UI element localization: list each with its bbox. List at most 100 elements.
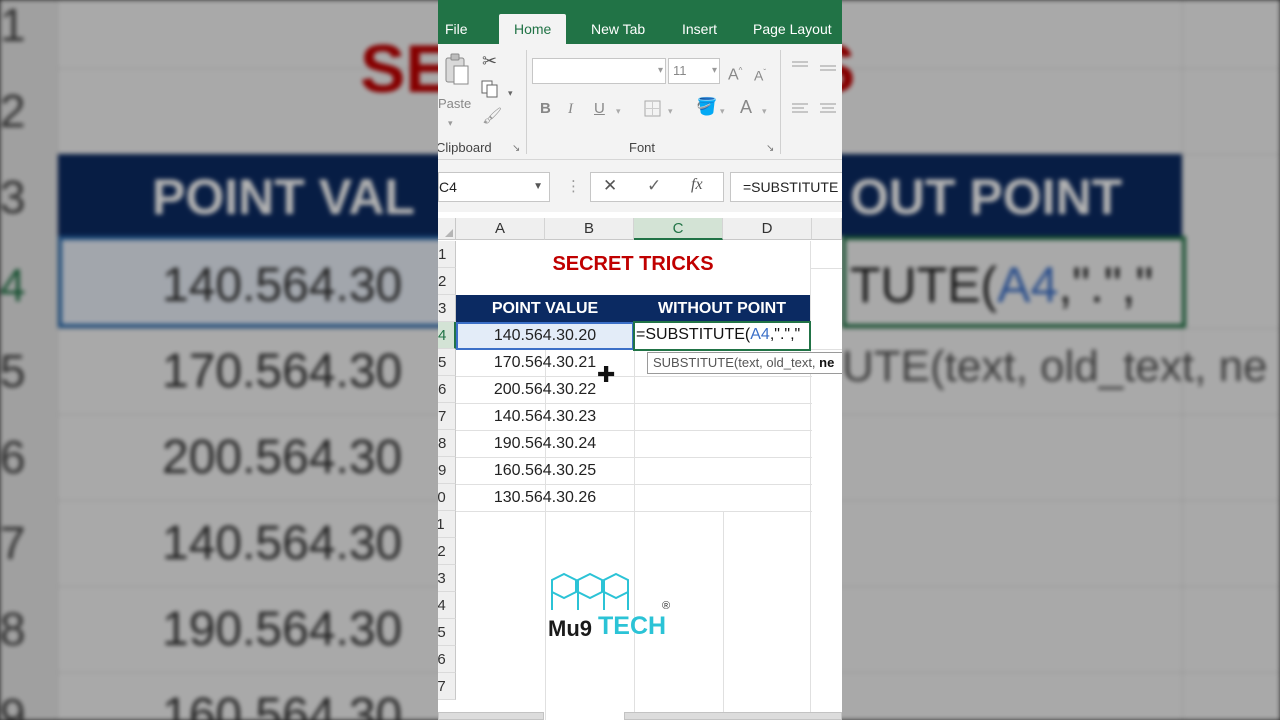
column-header-c[interactable]: C bbox=[634, 218, 723, 240]
formula-buttons: ✕ ✓ fx bbox=[590, 172, 724, 202]
tab-page-layout[interactable]: Page Layout bbox=[753, 14, 832, 44]
tab-home[interactable]: Home bbox=[499, 14, 567, 44]
logo-tech-text: TECH bbox=[598, 612, 667, 640]
row-header[interactable]: 6 bbox=[438, 376, 456, 403]
copy-icon[interactable] bbox=[481, 80, 499, 98]
formula-bar: C4 ▼ ⋮ ✕ ✓ fx =SUBSTITUTE bbox=[438, 160, 842, 212]
ribbon-separator bbox=[526, 50, 527, 154]
row-header[interactable]: 7 bbox=[438, 403, 456, 430]
italic-button[interactable]: I bbox=[568, 100, 573, 118]
row-header[interactable]: 2 bbox=[438, 268, 456, 295]
font-name-box[interactable]: ▾ bbox=[532, 58, 666, 84]
cell-point-value[interactable]: 190.564.30.24 bbox=[456, 435, 634, 453]
decrease-font-icon[interactable]: Aˇ bbox=[754, 64, 766, 85]
row-header[interactable]: 11 bbox=[438, 511, 456, 538]
name-box[interactable]: C4 ▼ bbox=[438, 172, 550, 202]
select-all-corner[interactable] bbox=[438, 218, 456, 240]
tab-insert[interactable]: Insert bbox=[682, 14, 717, 44]
gridline bbox=[456, 403, 812, 404]
row-header[interactable]: 10 bbox=[438, 484, 456, 511]
column-header-d[interactable]: D bbox=[723, 218, 812, 240]
cut-icon[interactable]: ✂ bbox=[482, 52, 497, 70]
excel-window: File Home New Tab Insert Page Layout Pas… bbox=[438, 0, 842, 720]
align-top-icons[interactable] bbox=[790, 60, 842, 76]
insert-function-icon[interactable]: fx bbox=[691, 176, 703, 194]
gridline bbox=[545, 349, 546, 720]
gridline bbox=[810, 268, 842, 269]
font-color-icon[interactable]: A bbox=[740, 98, 752, 116]
row-header[interactable]: 15 bbox=[438, 619, 456, 646]
row-header[interactable]: 12 bbox=[438, 538, 456, 565]
row-header[interactable]: 4 bbox=[438, 322, 456, 349]
cell-point-value[interactable]: 140.564.30.20 bbox=[456, 327, 634, 345]
gridline bbox=[456, 484, 812, 485]
worksheet-grid[interactable]: A B C D 1 2 3 4 5 6 7 8 9 10 11 12 13 14… bbox=[438, 212, 842, 720]
sheet-tabs-scroll[interactable] bbox=[438, 712, 544, 720]
row-header[interactable]: 17 bbox=[438, 673, 456, 700]
video-frame: 1 2 3 4 5 6 7 8 9 SEC S POINT VAL OUT PO… bbox=[0, 0, 1280, 720]
gridline bbox=[456, 430, 812, 431]
tab-new-tab[interactable]: New Tab bbox=[591, 14, 645, 44]
row-header[interactable]: 16 bbox=[438, 646, 456, 673]
logo-registered-mark: ® bbox=[662, 600, 671, 612]
paste-dropdown-icon[interactable]: ▾ bbox=[448, 114, 453, 132]
fill-color-icon[interactable]: 🪣 bbox=[696, 98, 717, 116]
gridline bbox=[723, 511, 724, 720]
align-text-icons[interactable] bbox=[790, 102, 842, 118]
font-group-label: Font bbox=[629, 140, 656, 155]
formula-input[interactable]: =SUBSTITUTE bbox=[730, 172, 842, 202]
ribbon-tabs: File Home New Tab Insert Page Layout bbox=[438, 0, 842, 44]
row-header[interactable]: 14 bbox=[438, 592, 456, 619]
formula-bar-grip-icon: ⋮ bbox=[566, 178, 581, 195]
column-header-a[interactable]: A bbox=[456, 218, 545, 240]
cancel-icon[interactable]: ✕ bbox=[603, 176, 617, 196]
font-color-dropdown-icon[interactable]: ▾ bbox=[762, 102, 767, 120]
horizontal-scrollbar[interactable] bbox=[624, 712, 842, 720]
header-point-value[interactable]: POINT VALUE bbox=[456, 300, 634, 318]
paste-icon[interactable] bbox=[442, 52, 470, 92]
fill-color-dropdown-icon[interactable]: ▾ bbox=[720, 102, 725, 120]
gridline bbox=[810, 241, 811, 720]
copy-dropdown-icon[interactable]: ▾ bbox=[508, 84, 513, 102]
row-header[interactable]: 5 bbox=[438, 349, 456, 376]
sheet-title: SECRET TRICKS bbox=[552, 253, 714, 275]
gridline bbox=[456, 457, 812, 458]
logo-mu9-text: Mu9 bbox=[548, 616, 592, 641]
function-tooltip: SUBSTITUTE(text, old_text, ne bbox=[647, 352, 842, 374]
hexagon-logo-icon bbox=[551, 572, 629, 610]
gridline bbox=[456, 376, 812, 377]
ribbon-separator bbox=[780, 50, 781, 154]
row-header[interactable]: 3 bbox=[438, 295, 456, 322]
underline-dropdown-icon[interactable]: ▾ bbox=[616, 102, 621, 120]
clipboard-group-label: Clipboard bbox=[438, 140, 492, 155]
enter-icon[interactable]: ✓ bbox=[647, 176, 661, 196]
underline-button[interactable]: U bbox=[594, 100, 605, 118]
increase-font-icon[interactable]: A^ bbox=[728, 62, 742, 84]
paste-label[interactable]: Paste bbox=[438, 96, 471, 111]
row-header[interactable]: 8 bbox=[438, 430, 456, 457]
cell-point-value[interactable]: 130.564.30.26 bbox=[456, 489, 634, 507]
header-without-point[interactable]: WITHOUT POINT bbox=[634, 300, 810, 318]
row-header[interactable]: 9 bbox=[438, 457, 456, 484]
cell-point-value[interactable]: 160.564.30.25 bbox=[456, 462, 634, 480]
column-header-b[interactable]: B bbox=[545, 218, 634, 240]
row-header[interactable]: 13 bbox=[438, 565, 456, 592]
gridline bbox=[810, 349, 842, 350]
font-size-box[interactable]: 11 ▾ bbox=[668, 58, 720, 84]
borders-icon[interactable] bbox=[644, 100, 662, 118]
borders-dropdown-icon[interactable]: ▾ bbox=[668, 102, 673, 120]
gridline bbox=[634, 349, 635, 720]
column-header-e[interactable] bbox=[812, 218, 842, 240]
cell-point-value[interactable]: 140.564.30.23 bbox=[456, 408, 634, 426]
bold-button[interactable]: B bbox=[540, 100, 551, 118]
gridline bbox=[456, 511, 812, 512]
cell-formula-edit[interactable]: =SUBSTITUTE(A4,"."," bbox=[636, 326, 800, 344]
tab-file[interactable]: File bbox=[445, 14, 468, 44]
cross-cursor-icon: ✚ bbox=[597, 362, 616, 387]
format-painter-icon[interactable]: 🖌 bbox=[482, 108, 502, 126]
ribbon-home: Paste ▾ ✂ ▾ 🖌 Clipboard ↘ ▾ 11 ▾ A^ Aˇ B … bbox=[438, 44, 842, 160]
font-launcher-icon[interactable]: ↘ bbox=[766, 143, 774, 154]
mu9tech-logo: Mu9 TECH ® bbox=[546, 572, 686, 642]
row-header[interactable]: 1 bbox=[438, 241, 456, 268]
clipboard-launcher-icon[interactable]: ↘ bbox=[512, 143, 520, 154]
